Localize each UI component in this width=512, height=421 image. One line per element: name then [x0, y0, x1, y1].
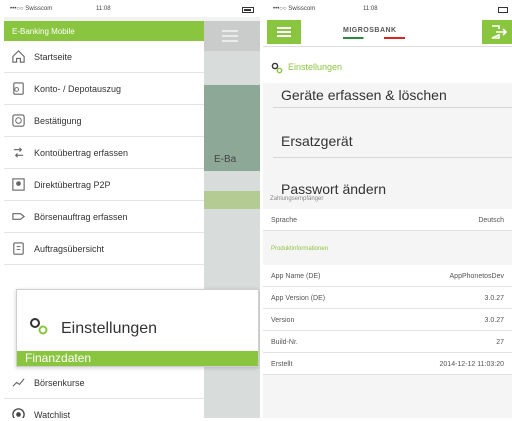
menu-item-konto-depotauszug[interactable]: Konto- / Depotauszug [4, 73, 204, 105]
orders-icon [10, 241, 26, 257]
row-key: Version [271, 317, 295, 324]
menu-item-label: Kontoübertrag erfassen [34, 147, 129, 158]
menu-item-direktuebertrag-p2p[interactable]: Direktübertrag P2P [4, 169, 204, 201]
transfer-icon [10, 145, 26, 161]
settings-title: Einstellungen [288, 62, 343, 72]
settings-header: Einstellungen [263, 47, 512, 83]
row-value: Deutsch [478, 217, 504, 224]
option-ersatzgeraet[interactable]: Ersatzgerät [281, 133, 353, 149]
row-key: App Version (DE) [271, 295, 326, 302]
menu-button[interactable] [267, 20, 301, 44]
menu-line [277, 35, 291, 37]
p2p-icon [10, 177, 26, 193]
peek-green-bar [204, 191, 260, 209]
info-row: App Name (DE) AppPhonetosDev [263, 265, 512, 287]
menu-item-label: Bestätigung [34, 115, 82, 126]
left-phone-screen: •••○○ Swisscom 11:08 E-Banking Mobile St… [4, 3, 260, 418]
einstellungen-row: Einstellungen [29, 316, 157, 341]
statement-icon [10, 81, 26, 97]
info-row: App Version (DE) 3.0.27 [263, 287, 512, 309]
einstellungen-label: Einstellungen [61, 319, 158, 337]
settings-gears-icon [271, 61, 283, 79]
right-phone-screen: •••○○ Swisscom 11:08 MIGROSBANK Einstell… [263, 3, 512, 418]
info-row: Erstellt 2014-12-12 11:03:20 [263, 353, 512, 375]
section-finanzdaten: Finanzdaten [17, 351, 258, 366]
menu-item-label: Börsenauftrag erfassen [34, 211, 128, 222]
menu-line [222, 40, 238, 42]
menu-item-label: Startseite [34, 51, 73, 62]
menu-header: E-Banking Mobile [4, 21, 204, 41]
divider [273, 157, 512, 158]
row-key: Build-Nr. [271, 339, 298, 346]
menu-item-einstellungen-zoomed[interactable]: Einstellungen Finanzdaten [16, 289, 259, 367]
chart-line-icon [10, 375, 26, 391]
confirmation-icon [10, 113, 26, 129]
menu-item-bestaetigung[interactable]: Bestätigung [4, 105, 204, 137]
divider [273, 107, 512, 108]
clock-label: 11:08 [96, 6, 111, 12]
battery-icon [242, 7, 254, 13]
top-nav-bar: MIGROSBANK [263, 17, 512, 47]
menu-after-zoom: Börsenkurse Watchlist [4, 367, 204, 418]
menu-item-label: Auftragsübersicht [34, 243, 105, 254]
section-title: Produktinformationen [271, 246, 329, 252]
option-passwort-aendern[interactable]: Passwort ändern [281, 181, 386, 197]
logout-button[interactable] [482, 20, 512, 44]
menu-item-label: Börsenkurse [34, 377, 85, 388]
section-header-produktinformationen: Produktinformationen [263, 235, 512, 257]
row-key: App Name (DE) [271, 273, 321, 280]
menu-item-boersenauftrag[interactable]: Börsenauftrag erfassen [4, 201, 204, 233]
menu-item-boersenkurse[interactable]: Börsenkurse [4, 367, 204, 399]
menu-item-kontouebertrag[interactable]: Kontoübertrag erfassen [4, 137, 204, 169]
carrier-label: •••○○ Swisscom [273, 6, 316, 12]
menu-line [222, 30, 238, 32]
row-value: 3.0.27 [484, 317, 504, 324]
menu-toggle-button[interactable] [204, 21, 260, 51]
battery-icon [498, 7, 508, 13]
row-value: AppPhonetosDev [449, 273, 504, 280]
option-geraete-erfassen[interactable]: Geräte erfassen & löschen [281, 87, 447, 103]
stock-order-icon [10, 209, 26, 225]
menu-line [277, 31, 291, 33]
row-key: Erstellt [271, 361, 293, 368]
menu-item-label: Direktübertrag P2P [34, 179, 111, 190]
menu-line [277, 27, 291, 29]
settings-gears-icon [29, 316, 49, 341]
info-row: Version 3.0.27 [263, 309, 512, 331]
row-key: Sprache [271, 217, 298, 224]
logout-icon [491, 25, 508, 39]
menu-item-watchlist[interactable]: Watchlist [4, 399, 204, 418]
peek-title: E-Ba [214, 154, 237, 165]
bank-logo: MIGROSBANK [343, 27, 405, 39]
status-bar: •••○○ Swisscom 11:08 [4, 3, 260, 17]
cut-off-row-label: Zahlungsempfänger [270, 196, 324, 202]
menu-item-label: Konto- / Depotauszug [34, 83, 122, 94]
menu-item-startseite[interactable]: Startseite [4, 41, 204, 73]
home-icon [10, 49, 26, 65]
row-value: 2014-12-12 11:03:20 [439, 361, 504, 368]
watchlist-icon [10, 407, 26, 418]
row-value: 27 [496, 339, 504, 346]
menu-item-label: Watchlist [34, 409, 71, 419]
menu-line [222, 35, 238, 37]
info-row: Build-Nr. 27 [263, 331, 512, 353]
menu-item-auftragsuebersicht[interactable]: Auftragsübersicht [4, 233, 204, 265]
row-value: 3.0.27 [484, 295, 504, 302]
carrier-label: •••○○ Swisscom [10, 6, 53, 12]
clock-label: 11:08 [363, 6, 378, 12]
bank-logo-stripe [343, 37, 405, 39]
bank-logo-text: MIGROSBANK [343, 27, 397, 34]
language-row[interactable]: Sprache Deutsch [263, 209, 512, 231]
status-bar: •••○○ Swisscom 11:08 [263, 3, 512, 17]
